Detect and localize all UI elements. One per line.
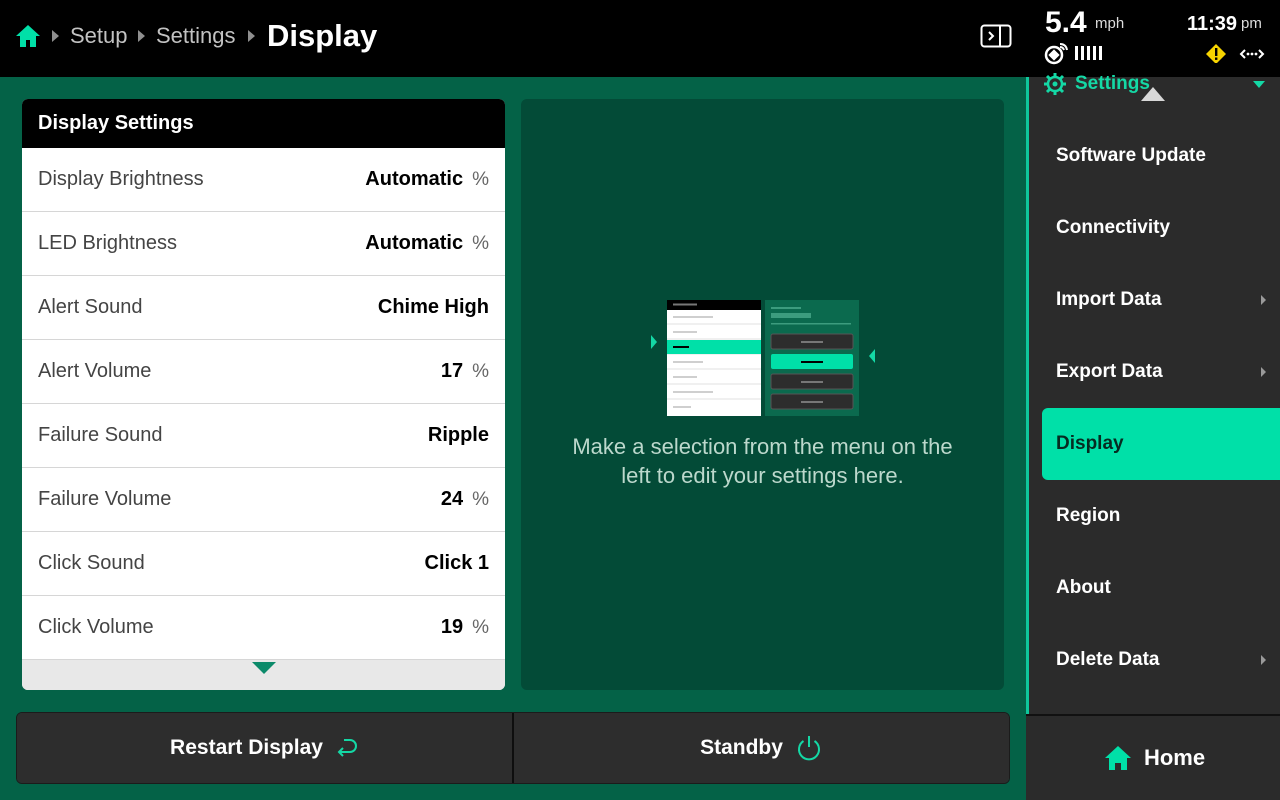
setting-row[interactable]: Click Volume 19% xyxy=(22,596,505,660)
side-menu-item-region[interactable]: Region xyxy=(1042,480,1280,552)
setting-label: Click Sound xyxy=(38,552,145,574)
settings-list: Display Brightness Automatic% LED Brightne… xyxy=(22,148,505,660)
setting-label: LED Brightness xyxy=(38,232,177,254)
scroll-footer[interactable] xyxy=(22,660,505,690)
home-label: Home xyxy=(1143,745,1206,770)
side-menu-item-label: Delete Data xyxy=(1056,649,1160,670)
setting-label: Failure Volume xyxy=(38,488,172,510)
setting-label: Alert Volume xyxy=(38,360,152,382)
side-menu-item-label: Software Update xyxy=(1056,145,1206,166)
settings-preview-panel: Make a selection from the menu on the le… xyxy=(521,99,1004,690)
side-menu-title: Settings xyxy=(1075,73,1150,94)
setting-value-group: Chime High xyxy=(378,296,489,319)
breadcrumb-chevron-icon xyxy=(52,30,59,42)
setting-value-group: Ripple xyxy=(428,424,489,447)
side-menu-item-import-data[interactable]: Import Data xyxy=(1042,264,1280,336)
side-menu-item-software-update[interactable]: Software Update xyxy=(1042,120,1280,192)
setting-value: 19 xyxy=(440,616,464,638)
side-menu-header[interactable]: Settings xyxy=(1043,73,1150,97)
breadcrumb-setup[interactable]: Setup xyxy=(70,22,128,50)
setting-row[interactable]: Click Sound Click 1 xyxy=(22,532,505,596)
side-menu-item-about[interactable]: About xyxy=(1042,552,1280,624)
card-title: Display Settings xyxy=(22,99,505,148)
action-bar: Restart Display Standby xyxy=(16,712,1010,784)
home-icon xyxy=(1104,746,1131,770)
standby-button[interactable]: Standby xyxy=(512,713,1009,783)
setting-unit: % xyxy=(472,361,489,382)
setting-row[interactable]: Alert Sound Chime High xyxy=(22,276,505,340)
setting-unit: % xyxy=(472,169,489,190)
chevron-right-icon xyxy=(1261,295,1266,305)
chevron-down-icon[interactable] xyxy=(1253,81,1265,88)
side-menu-item-export-data[interactable]: Export Data xyxy=(1042,336,1280,408)
restart-display-label: Restart Display xyxy=(170,736,323,759)
side-menu-item-display[interactable]: Display xyxy=(1042,408,1280,480)
setting-value: Automatic xyxy=(365,168,464,190)
setting-value-group: Automatic% xyxy=(365,232,489,255)
preview-message: Make a selection from the menu on the le… xyxy=(572,434,953,488)
side-menu-item-label: Export Data xyxy=(1056,361,1163,382)
setting-value-group: 17% xyxy=(441,360,489,383)
speed-value: 5.4 xyxy=(1045,6,1087,39)
setting-row[interactable]: Failure Volume 24% xyxy=(22,468,505,532)
standby-label: Standby xyxy=(700,736,783,759)
setting-label: Failure Sound xyxy=(38,424,163,446)
side-menu-list: Software Update Connectivity Import Data Ex… xyxy=(1042,120,1280,696)
speed-unit: mph xyxy=(1095,15,1125,32)
power-icon xyxy=(797,736,820,761)
gear-icon xyxy=(1044,73,1066,95)
setting-value-group: Automatic% xyxy=(365,168,489,191)
setting-value: 24 xyxy=(440,488,464,510)
restart-icon xyxy=(337,739,357,757)
chevron-right-icon xyxy=(1261,367,1266,377)
side-menu-item-label: Import Data xyxy=(1056,289,1162,310)
home-button[interactable]: Home xyxy=(1026,714,1280,800)
setting-value: Click 1 xyxy=(424,552,489,574)
satellite-icon xyxy=(1044,43,1068,65)
setting-row[interactable]: LED Brightness Automatic% xyxy=(22,212,505,276)
breadcrumb-settings[interactable]: Settings xyxy=(156,22,236,50)
side-menu-item-connectivity[interactable]: Connectivity xyxy=(1042,192,1280,264)
side-menu-item-label: Region xyxy=(1056,505,1121,526)
menu-selection-illustration xyxy=(651,300,875,416)
home-icon[interactable] xyxy=(14,22,42,50)
setting-value-group: 19% xyxy=(441,616,489,639)
setting-label: Display Brightness xyxy=(38,168,204,190)
setting-label: Alert Sound xyxy=(38,296,143,318)
setting-value: 17 xyxy=(440,360,464,382)
warning-icon[interactable] xyxy=(1205,43,1227,63)
setting-unit: % xyxy=(472,233,489,254)
clock-ampm: pm xyxy=(1241,15,1262,32)
side-menu-item-label: Display xyxy=(1056,433,1124,454)
connection-icon[interactable] xyxy=(1239,45,1265,63)
setting-value-group: Click 1 xyxy=(425,552,489,575)
setting-row[interactable]: Alert Volume 17% xyxy=(22,340,505,404)
setting-value: Ripple xyxy=(427,424,489,446)
setting-value: Chime High xyxy=(377,296,489,318)
gps-signal-bars xyxy=(1075,46,1102,60)
setting-unit: % xyxy=(472,489,489,510)
setting-unit: % xyxy=(472,617,489,638)
page-title: Display xyxy=(267,18,378,53)
side-menu-item-label: About xyxy=(1056,577,1111,598)
setting-value: Automatic xyxy=(365,232,464,254)
side-menu-item-delete-data[interactable]: Delete Data xyxy=(1042,624,1280,696)
breadcrumb-chevron-icon xyxy=(248,30,255,42)
side-menu-item-label: Connectivity xyxy=(1056,217,1171,238)
setting-row[interactable]: Failure Sound Ripple xyxy=(22,404,505,468)
scroll-down-icon[interactable] xyxy=(252,662,276,676)
setting-label: Click Volume xyxy=(38,616,154,638)
clock-time: 11:39 xyxy=(1187,13,1238,35)
restart-display-button[interactable]: Restart Display xyxy=(17,713,512,783)
chevron-right-icon xyxy=(1261,655,1266,665)
top-bar: Setup Settings Display 5.4 mph 11:39 pm xyxy=(0,0,1280,77)
breadcrumb-chevron-icon xyxy=(138,30,145,42)
setting-row[interactable]: Display Brightness Automatic% xyxy=(22,148,505,212)
panel-toggle-icon[interactable] xyxy=(980,24,1012,48)
setting-value-group: 24% xyxy=(441,488,489,511)
scroll-up-icon[interactable] xyxy=(1141,87,1165,101)
settings-side-menu: Settings Software Update Connectivity Impo… xyxy=(1026,73,1280,800)
display-settings-card: Display Settings Display Brightness Autom… xyxy=(22,99,505,690)
